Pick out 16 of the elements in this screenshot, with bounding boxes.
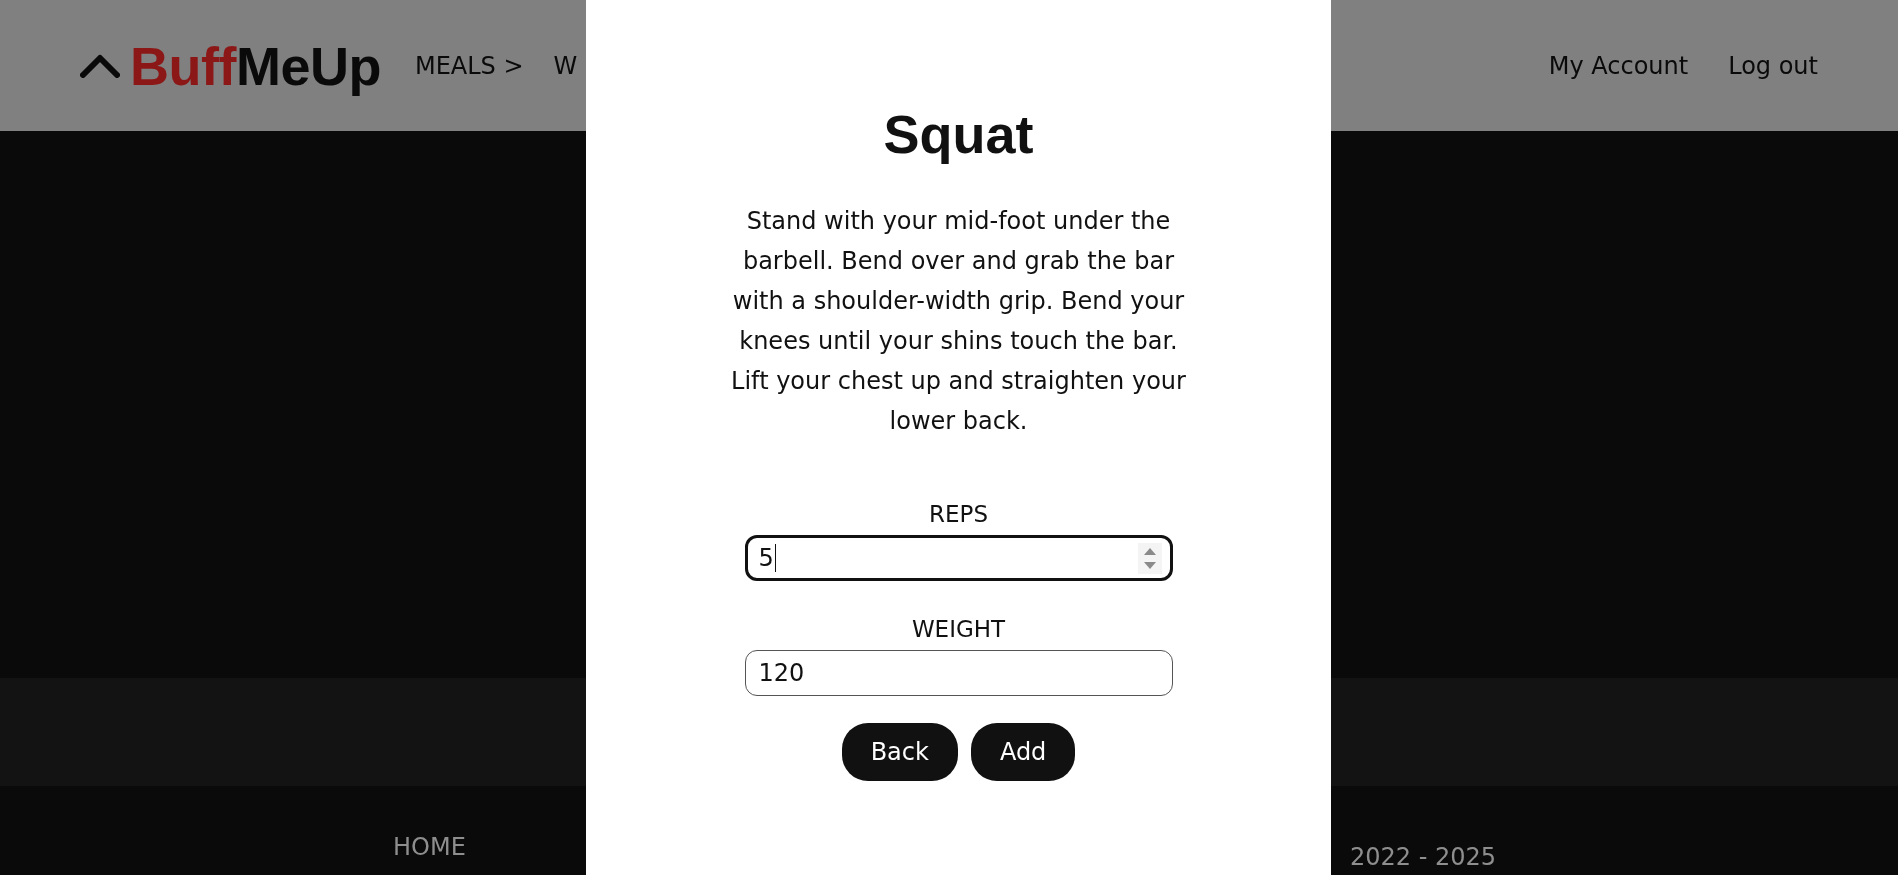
dialog-title: Squat (883, 103, 1034, 166)
copyright-text: 2022 - 2025 (1349, 843, 1496, 871)
account-link[interactable]: Log out (1728, 51, 1818, 80)
exercise-description: Stand with your mid-foot under the barbell. Bend over and grab the bar with a shoulder-width grip. Bend your knees until your shins touch the bar. Lift your chest up and straighten your lower back. (730, 206, 1187, 437)
spinner-icon[interactable] (1137, 542, 1162, 574)
field-label: REPS (929, 500, 988, 528)
account-link[interactable]: My Account (1548, 51, 1689, 80)
chevron-up-icon (80, 53, 120, 78)
footer-link[interactable]: HOME (393, 833, 466, 861)
number-input[interactable]: 120 (744, 650, 1173, 696)
dialog-button[interactable]: Back (841, 723, 958, 781)
field-label: WEIGHT (911, 615, 1006, 643)
nav-link[interactable]: MEALS > (414, 51, 524, 80)
nav-link[interactable]: W (553, 51, 578, 80)
number-input[interactable]: 5 (744, 535, 1173, 581)
dialog-button[interactable]: Add (970, 723, 1076, 781)
